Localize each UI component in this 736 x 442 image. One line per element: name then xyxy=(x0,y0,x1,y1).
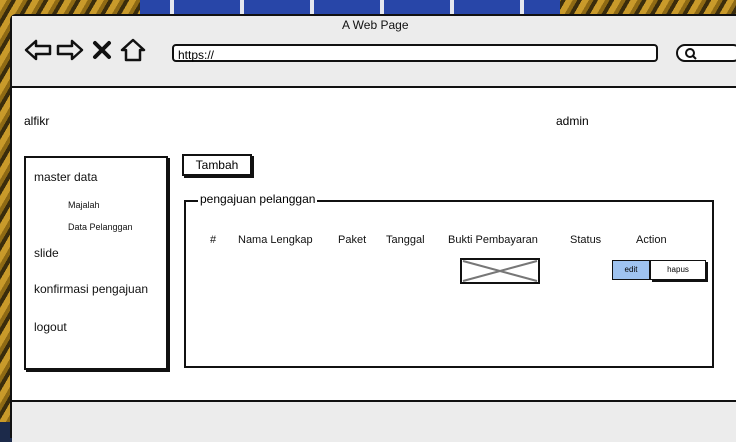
page-content: alfikr admin master data Majalah Data Pe… xyxy=(12,88,736,398)
browser-toolbar: A Web Page https:// xyxy=(12,16,736,88)
close-icon[interactable] xyxy=(92,38,112,62)
window-title: A Web Page xyxy=(342,18,409,32)
forward-icon[interactable] xyxy=(56,38,84,62)
sidebar-item-slide[interactable]: slide xyxy=(34,246,59,260)
payment-proof-image xyxy=(460,258,540,284)
browser-search-input[interactable] xyxy=(676,44,736,62)
sidebar-item-data-pelanggan[interactable]: Data Pelanggan xyxy=(68,222,133,232)
column-header-action: Action xyxy=(636,234,667,246)
sidebar-item-majalah[interactable]: Majalah xyxy=(68,200,100,210)
submission-panel xyxy=(184,200,714,368)
column-header-payment-proof: Bukti Pembayaran xyxy=(448,234,538,246)
column-header-number: # xyxy=(210,234,217,246)
home-icon[interactable] xyxy=(120,38,146,62)
site-title: alfikr xyxy=(24,114,50,128)
sidebar: master data Majalah Data Pelanggan slide… xyxy=(24,156,168,370)
sidebar-item-master-data[interactable]: master data xyxy=(34,170,97,184)
browser-window: A Web Page https:// alfikr admin master … xyxy=(10,14,736,442)
back-icon[interactable] xyxy=(24,38,52,62)
panel-title: pengajuan pelanggan xyxy=(198,192,318,206)
sidebar-item-konfirmasi-pengajuan[interactable]: konfirmasi pengajuan xyxy=(34,282,148,296)
column-header-date: Tanggal xyxy=(386,234,425,246)
delete-button[interactable]: hapus xyxy=(650,260,706,280)
user-name[interactable]: admin xyxy=(556,114,589,128)
add-button[interactable]: Tambah xyxy=(182,154,252,176)
browser-status-bar xyxy=(12,400,736,442)
sidebar-item-logout[interactable]: logout xyxy=(34,320,67,334)
column-header-package: Paket xyxy=(338,234,367,246)
column-header-status: Status xyxy=(570,234,602,246)
search-icon xyxy=(685,48,697,60)
url-input[interactable]: https:// xyxy=(172,44,658,62)
edit-button[interactable]: edit xyxy=(612,260,650,280)
image-placeholder-icon xyxy=(462,260,538,282)
column-header-name: Nama Lengkap xyxy=(238,234,313,246)
